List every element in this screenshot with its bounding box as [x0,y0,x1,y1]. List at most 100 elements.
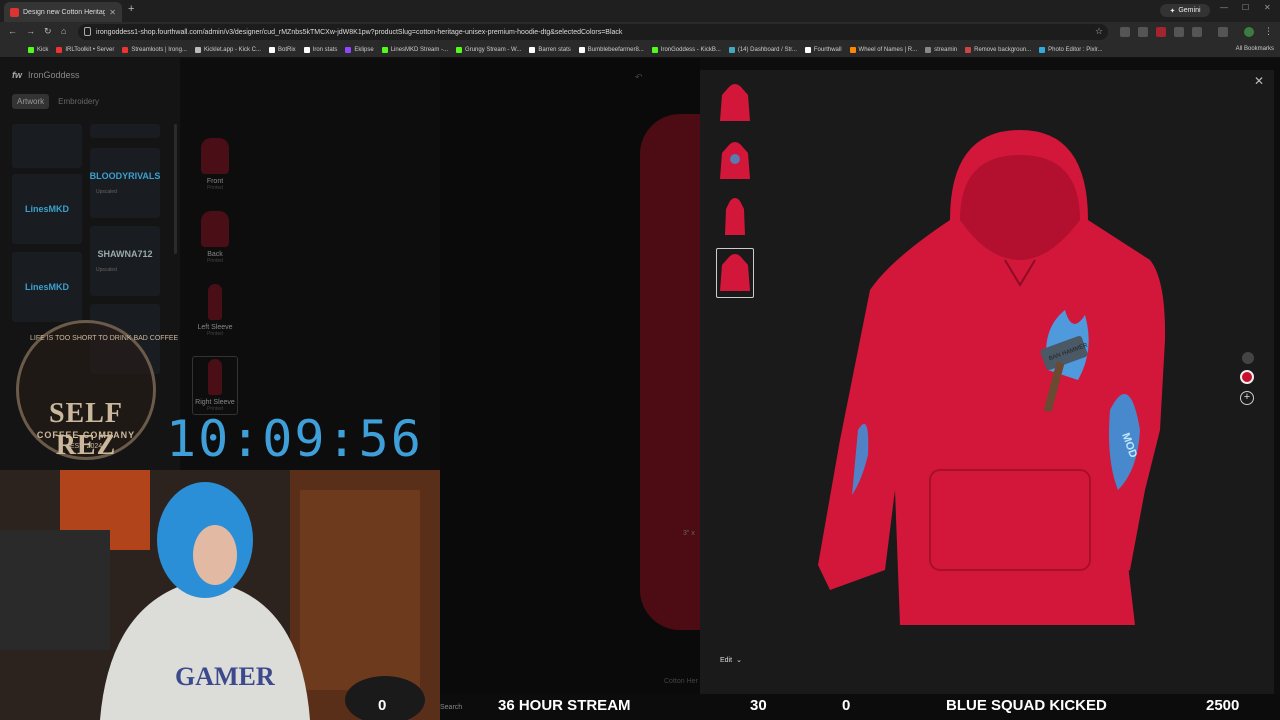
tab-close-icon[interactable]: ✕ [109,8,116,17]
bookmark-item[interactable]: Bumblebeefarmer8... [578,46,644,53]
bookmark-favicon-icon [849,46,856,53]
panel-tabs: Artwork Embroidery [12,94,104,109]
gemini-button[interactable]: ✦ Gemini [1160,4,1210,17]
bookmark-favicon-icon [651,46,658,53]
view-back-preview [201,211,229,247]
add-color-icon[interactable]: + [1240,391,1254,405]
tab-embroidery[interactable]: Embroidery [53,94,104,109]
browser-tab[interactable]: Design new Cotton Heritage U ✕ [4,2,122,22]
preview-thumb-angled[interactable] [716,248,754,298]
browser-tab-strip: Design new Cotton Heritage U ✕ + ✦ Gemin… [0,0,1280,22]
artwork-thumb-title: BLOODYRIVALS [89,171,161,181]
view-back-label: Back [207,251,223,258]
bookmark-item[interactable]: Grungy Stream - W... [456,46,521,53]
minimize-icon[interactable]: — [1220,3,1228,12]
bookmark-favicon-icon [529,46,536,53]
site-info-icon[interactable] [84,27,91,36]
hoodie-thumb-icon [720,84,750,121]
extension-icon[interactable] [1138,27,1148,37]
bookmark-favicon-icon [965,46,972,53]
ticker-left-count: 0 [378,697,387,714]
bookmark-item[interactable]: Wheel of Names | R... [849,46,918,53]
extension-icon[interactable] [1174,27,1184,37]
artwork-thumb[interactable] [12,124,82,168]
artwork-thumb[interactable]: LinesMKD [12,252,82,322]
bookmark-item[interactable]: IronGoddess - KickB... [651,46,721,53]
bookmark-label: Bumblebeefarmer8... [587,46,644,53]
forward-icon[interactable]: → [26,26,35,36]
artwork-scrollbar[interactable] [174,124,177,254]
bookmark-item[interactable]: Remove backgroun... [965,46,1031,53]
bookmark-item[interactable]: LinesMKD Stream -... [381,46,448,53]
preview-thumb-front[interactable] [716,78,754,128]
tab-artwork[interactable]: Artwork [12,94,50,109]
bookmark-label: BotRix [277,46,296,53]
bookmark-label: IRLToolkit • Server [65,46,115,53]
bookmark-item[interactable]: Barren stats [529,46,571,53]
view-left-sleeve[interactable]: Left Sleeve Printed [192,284,238,337]
bookmark-star-icon[interactable]: ☆ [1095,26,1103,37]
taskbar-search[interactable]: Search [440,704,462,711]
back-icon[interactable]: ← [8,26,17,36]
preview-thumb-back[interactable] [716,136,754,186]
bookmark-favicon-icon [303,46,310,53]
bookmark-item[interactable]: Streamloots | Irong... [122,46,187,53]
artwork-thumb[interactable]: LinesMKD [12,174,82,244]
hoodie-preview-image: BAN HAMMER MOD [818,130,1166,625]
close-icon[interactable]: ✕ [1254,74,1264,88]
bookmark-label: Wheel of Names | R... [858,46,918,53]
bookmark-label: Kicklet.app - Kick C... [203,46,261,53]
color-swatch[interactable] [1242,352,1254,364]
view-right-sleeve[interactable]: Right Sleeve Printed [192,356,238,415]
maximize-icon[interactable]: ☐ [1242,3,1249,12]
bookmark-label: Eklipse [354,46,374,53]
stream-timer: 10:09:56 [166,410,423,468]
bookmark-item[interactable]: Eklipse [345,46,374,53]
extension-icon[interactable] [1120,27,1130,37]
home-icon[interactable]: ⌂ [61,26,66,36]
view-back-status: Printed [207,258,223,264]
design-canvas[interactable]: ↶ 3" x Cotton Her [440,58,700,720]
new-tab-icon[interactable]: + [128,3,134,15]
reload-icon[interactable]: ↻ [44,26,52,37]
bookmark-item[interactable]: Kick [28,46,48,53]
artwork-thumb[interactable] [90,124,160,138]
view-front[interactable]: Front Printed [192,138,238,191]
badge-est: EST. 2024 [69,443,103,450]
tab-favicon-icon [10,7,19,17]
ticker-stream-title: 36 HOUR STREAM [498,697,631,714]
bookmark-item[interactable]: (14) Dashboard / Str... [728,46,797,53]
edit-dropdown[interactable]: Edit ⌄ [720,656,742,665]
bookmark-favicon-icon [1039,46,1046,53]
bookmark-favicon-icon [925,46,932,53]
url-field[interactable]: irongoddess1-shop.fourthwall.com/admin/v… [78,24,1108,40]
view-back[interactable]: Back Printed [192,211,238,264]
extensions-puzzle-icon[interactable] [1192,27,1202,37]
artwork-thumb-label: LinesMKD [24,204,69,214]
color-swatch-selected[interactable] [1240,370,1254,384]
hoodie-thumb-icon [725,198,745,235]
artwork-thumb[interactable]: BLOODYRIVALS Upscaled [90,148,160,218]
bookmark-item[interactable]: streamin [925,46,957,53]
all-bookmarks-button[interactable]: All Bookmarks [1236,46,1274,52]
bookmark-item[interactable]: Iron stats [303,46,337,53]
undo-icon[interactable]: ↶ [635,72,643,83]
bookmark-item[interactable]: IRLToolkit • Server [56,46,115,53]
bookmark-item[interactable]: Fourthwall [804,46,842,53]
bookmark-item[interactable]: BotRix [268,46,296,53]
preview-thumb-side[interactable] [716,192,754,242]
extension-icon[interactable] [1156,27,1166,37]
bookmark-favicon-icon [381,46,388,53]
side-panel-icon[interactable] [1218,27,1228,37]
window-close-icon[interactable]: ✕ [1264,3,1271,12]
bookmark-label: Photo Editor : Pixlr... [1048,46,1103,53]
bookmark-favicon-icon [122,46,129,53]
artwork-thumb[interactable]: SHAWNA712 Upscaled [90,226,160,296]
fourthwall-logo: fw [12,70,22,80]
profile-avatar[interactable] [1244,27,1254,37]
bookmark-item[interactable]: Photo Editor : Pixlr... [1039,46,1103,53]
browser-menu-icon[interactable]: ⋮ [1264,26,1273,37]
bookmark-item[interactable]: Kicklet.app - Kick C... [194,46,261,53]
bookmark-label: Fourthwall [813,46,842,53]
bookmark-label: Streamloots | Irong... [131,46,187,53]
